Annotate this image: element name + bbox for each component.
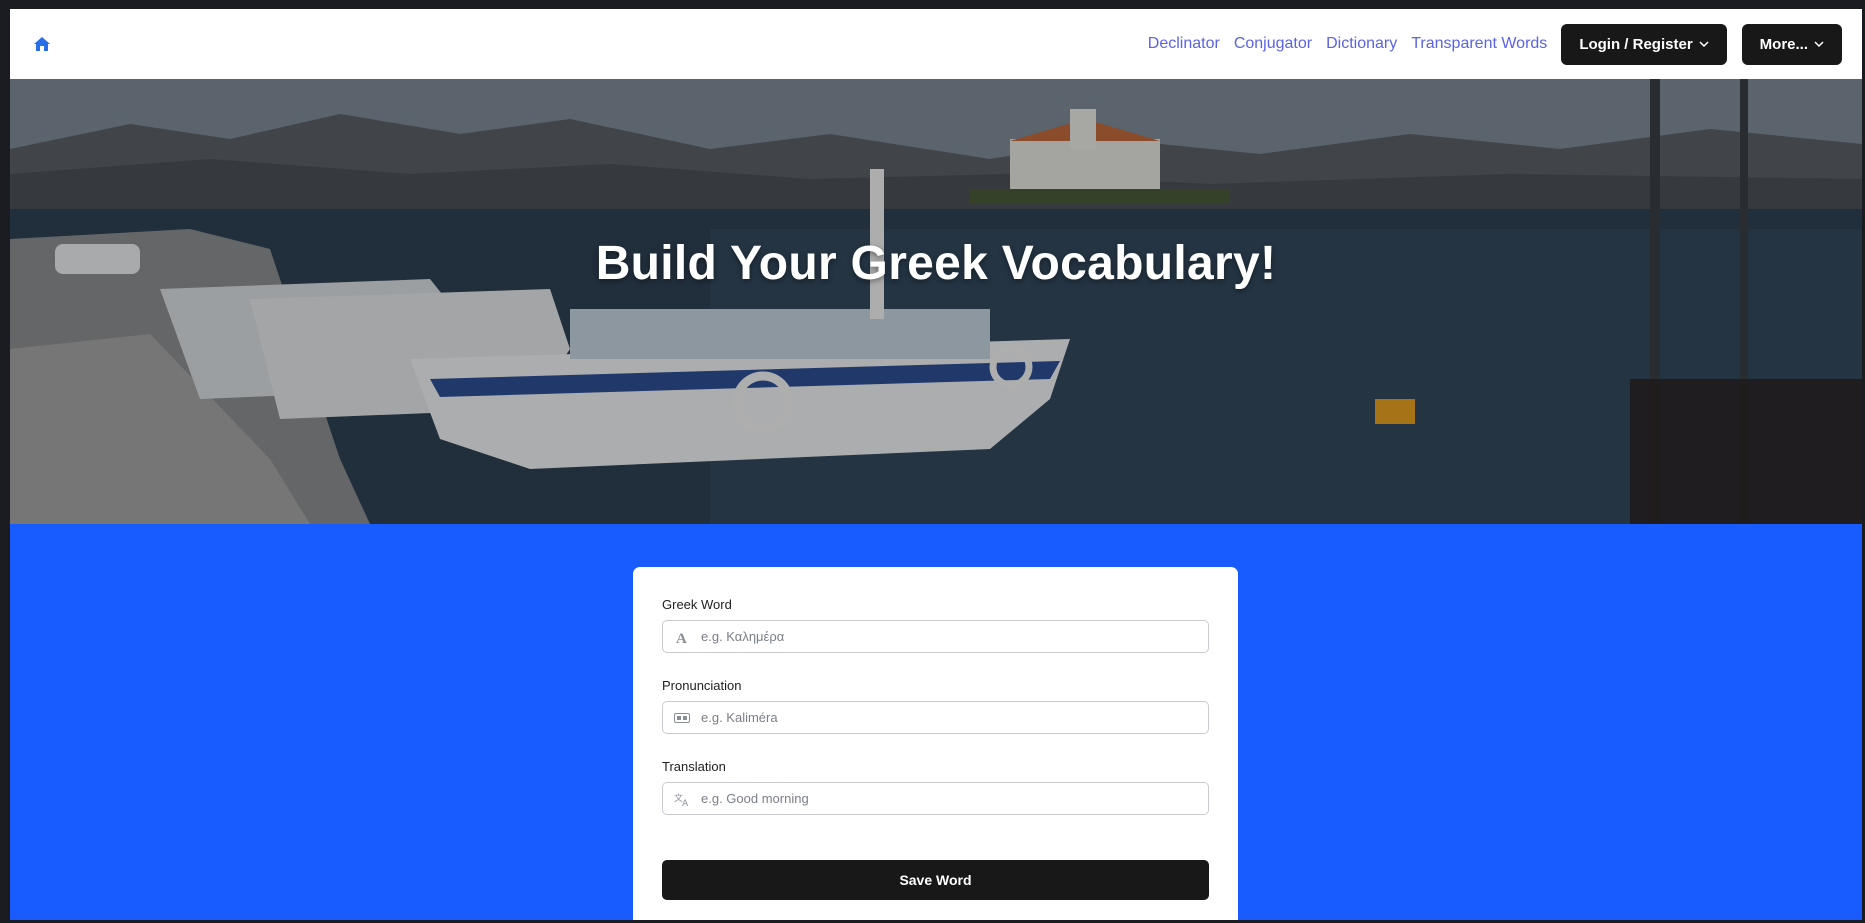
save-word-button[interactable]: Save Word (662, 860, 1209, 900)
pronunciation-label: Pronunciation (662, 678, 742, 693)
login-register-button[interactable]: Login / Register (1561, 23, 1727, 65)
font-icon: A (674, 629, 690, 645)
translation-input[interactable] (699, 783, 1208, 814)
translation-field: 文A (662, 782, 1209, 815)
hero-overlay (10, 79, 1862, 524)
pronunciation-input[interactable] (699, 702, 1208, 733)
nav-link-dictionary[interactable]: Dictionary (1326, 35, 1397, 53)
nav-links: Declinator Conjugator Dictionary Transpa… (1134, 23, 1842, 65)
pronunciation-field (662, 701, 1209, 734)
more-menu-label: More... (1759, 35, 1808, 53)
nav-link-conjugator[interactable]: Conjugator (1234, 35, 1312, 53)
greek-word-input[interactable] (699, 621, 1208, 652)
greek-word-field: A (662, 620, 1209, 653)
translate-icon: 文A (674, 791, 690, 807)
add-word-form: Greek Word A Pronunciation Translation 文… (633, 567, 1238, 920)
home-icon[interactable] (32, 34, 52, 54)
greek-word-label: Greek Word (662, 597, 732, 612)
hero-title: Build Your Greek Vocabulary! (595, 237, 1277, 290)
translation-label: Translation (662, 759, 726, 774)
login-register-label: Login / Register (1579, 35, 1693, 53)
svg-text:A: A (682, 799, 689, 806)
chevron-down-icon (1814, 41, 1824, 47)
nav-link-declinator[interactable]: Declinator (1148, 35, 1220, 53)
more-menu-button[interactable]: More... (1741, 23, 1842, 65)
browser-viewport: Declinator Conjugator Dictionary Transpa… (10, 9, 1862, 920)
svg-text:A: A (676, 631, 687, 644)
nav-link-transparent-words[interactable]: Transparent Words (1411, 35, 1547, 53)
top-navbar: Declinator Conjugator Dictionary Transpa… (10, 9, 1862, 79)
chevron-down-icon (1699, 41, 1709, 47)
audio-description-icon (674, 710, 690, 726)
hero-banner: Build Your Greek Vocabulary! (10, 79, 1862, 524)
